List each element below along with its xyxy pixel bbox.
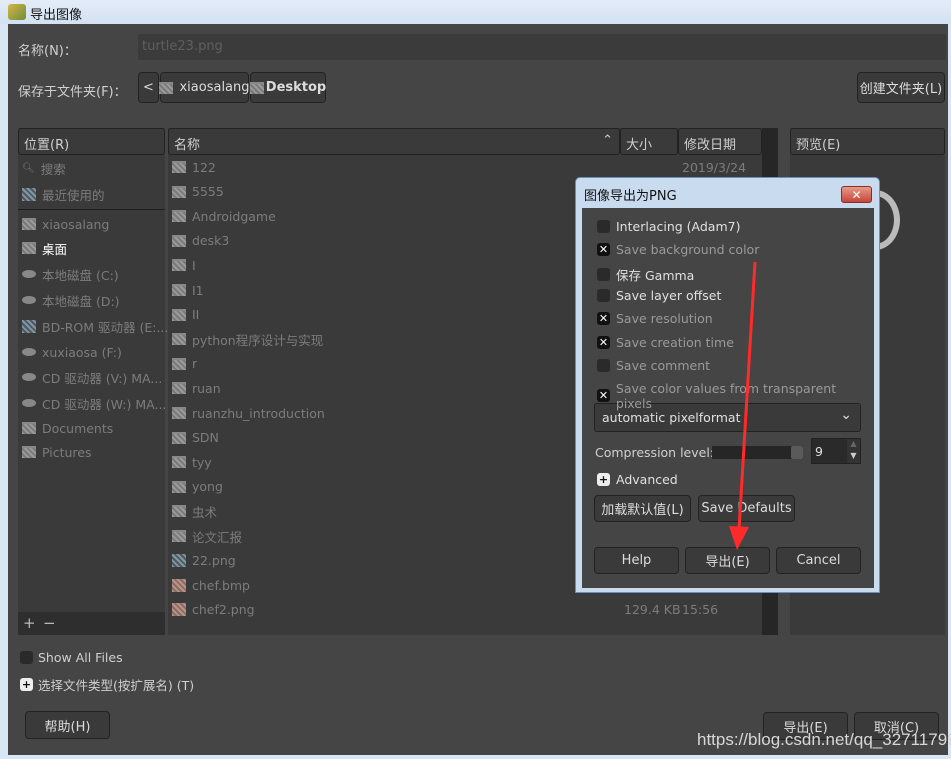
arrow-head [729,526,749,550]
annotation-arrow [729,261,757,550]
arrow-shaft [737,261,757,531]
